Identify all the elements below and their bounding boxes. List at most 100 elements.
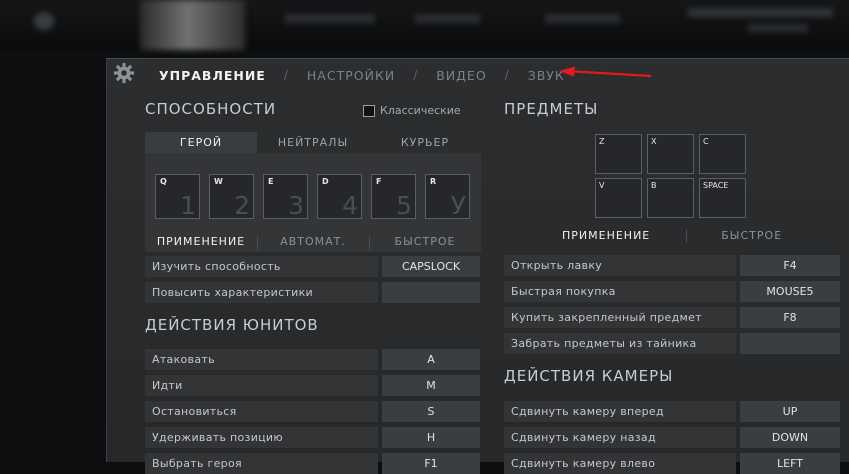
top-nav-item[interactable] bbox=[688, 8, 833, 17]
binding-row: Открыть лавку F4 bbox=[504, 255, 840, 276]
ability-slot-3[interactable]: E3 bbox=[263, 174, 308, 220]
binding-row: Забрать предметы из тайника bbox=[504, 333, 840, 354]
tab-courier[interactable]: КУРЬЕР bbox=[369, 132, 481, 153]
item-slot-6[interactable]: SPACE bbox=[699, 178, 746, 218]
binding-key-button[interactable]: H bbox=[382, 427, 480, 448]
binding-label: Открыть лавку bbox=[504, 255, 736, 276]
binding-label: Купить закрепленный предмет bbox=[504, 307, 736, 328]
nav-separator: / bbox=[413, 68, 419, 82]
binding-key-button[interactable]: MOUSE5 bbox=[740, 281, 840, 302]
binding-row: Сдвинуть камеру влево LEFT bbox=[504, 453, 840, 474]
slot-key: C bbox=[703, 137, 709, 146]
binding-row: Идти M bbox=[145, 375, 480, 396]
nav-separator: / bbox=[504, 68, 510, 82]
binding-key-button[interactable]: UP bbox=[740, 401, 840, 422]
binding-label: Сдвинуть камеру вперед bbox=[504, 401, 736, 422]
slot-number: 3 bbox=[288, 191, 304, 220]
ability-slot-2[interactable]: W2 bbox=[209, 174, 254, 220]
top-nav-item[interactable] bbox=[748, 24, 808, 32]
binding-label: Выбрать героя bbox=[145, 453, 378, 474]
binding-row: Выбрать героя F1 bbox=[145, 453, 480, 474]
classic-label: Классические bbox=[380, 104, 461, 117]
binding-label: Сдвинуть камеру назад bbox=[504, 427, 736, 448]
top-nav-item[interactable] bbox=[285, 14, 375, 23]
ability-slot-1[interactable]: Q1 bbox=[155, 174, 200, 220]
binding-row: Остановиться S bbox=[145, 401, 480, 422]
classic-checkbox-group[interactable]: Классические bbox=[363, 104, 461, 117]
binding-label: Быстрая покупка bbox=[504, 281, 736, 302]
settings-panel: УПРАВЛЕНИЕ / НАСТРОЙКИ / ВИДЕО / ЗВУК СП… bbox=[106, 58, 849, 474]
binding-label: Забрать предметы из тайника bbox=[504, 333, 736, 354]
settings-nav: УПРАВЛЕНИЕ / НАСТРОЙКИ / ВИДЕО / ЗВУК bbox=[159, 65, 565, 85]
unit-actions-heading: ДЕЙСТВИЯ ЮНИТОВ bbox=[145, 316, 319, 334]
ability-cast-modes: ПРИМЕНЕНИЕ АВТОМАТ. БЫСТРОЕ bbox=[145, 235, 481, 248]
item-slot-1[interactable]: Z bbox=[595, 134, 642, 174]
ability-slot-4[interactable]: D4 bbox=[317, 174, 362, 220]
slot-key: R bbox=[430, 177, 437, 186]
binding-row: Сдвинуть камеру назад DOWN bbox=[504, 427, 840, 448]
binding-label: Повысить характеристики bbox=[145, 282, 378, 303]
nav-separator: / bbox=[283, 68, 289, 82]
menu-icon[interactable] bbox=[34, 12, 54, 30]
item-slot-4[interactable]: V bbox=[595, 178, 642, 218]
top-nav-item[interactable] bbox=[545, 14, 620, 23]
slot-number: 1 bbox=[180, 191, 196, 220]
item-cast-modes: ПРИМЕНЕНИЕ БЫСТРОЕ bbox=[562, 229, 782, 243]
binding-label: Изучить способность bbox=[145, 256, 378, 277]
binding-label: Идти bbox=[145, 375, 378, 396]
binding-key-button[interactable]: A bbox=[382, 349, 480, 370]
cast-mode-divider bbox=[257, 236, 258, 250]
cast-mode-quick[interactable]: БЫСТРОЕ bbox=[721, 229, 782, 243]
binding-label: Удерживать позицию bbox=[145, 427, 378, 448]
avatar[interactable] bbox=[140, 0, 245, 50]
cast-mode-normal[interactable]: ПРИМЕНЕНИЕ bbox=[562, 229, 650, 243]
binding-key-button[interactable]: S bbox=[382, 401, 480, 422]
binding-key-button[interactable]: CAPSLOCK bbox=[382, 256, 480, 277]
slot-key: SPACE bbox=[703, 181, 729, 190]
slot-number: 4 bbox=[342, 191, 358, 220]
binding-key-button[interactable]: DOWN bbox=[740, 427, 840, 448]
tab-neutrals[interactable]: НЕЙТРАЛЫ bbox=[257, 132, 369, 153]
red-arrow-annotation bbox=[559, 66, 652, 78]
cast-mode-auto[interactable]: АВТОМАТ. bbox=[257, 235, 369, 248]
tab-hero[interactable]: ГЕРОЙ bbox=[145, 132, 257, 153]
ability-slot-ultimate[interactable]: RУ bbox=[425, 174, 470, 220]
binding-label: Сдвинуть камеру влево bbox=[504, 453, 736, 474]
slot-key: W bbox=[214, 177, 223, 186]
ability-section: ГЕРОЙ НЕЙТРАЛЫ КУРЬЕР Q1 W2 E3 D4 F5 RУ … bbox=[145, 132, 481, 252]
item-slot-2[interactable]: X bbox=[647, 134, 694, 174]
camera-actions-heading: ДЕЙСТВИЯ КАМЕРЫ bbox=[504, 367, 674, 385]
binding-key-button[interactable]: F1 bbox=[382, 453, 480, 474]
tab-controls[interactable]: УПРАВЛЕНИЕ bbox=[159, 68, 266, 83]
binding-label: Остановиться bbox=[145, 401, 378, 422]
item-slot-3[interactable]: C bbox=[699, 134, 746, 174]
slot-key: E bbox=[268, 177, 274, 186]
binding-key-button[interactable]: LEFT bbox=[740, 453, 840, 474]
slot-key: Q bbox=[160, 177, 167, 186]
cast-mode-quick[interactable]: БЫСТРОЕ bbox=[369, 235, 481, 248]
tab-options[interactable]: НАСТРОЙКИ bbox=[307, 68, 395, 83]
slot-number: У bbox=[450, 191, 466, 220]
binding-row: Купить закрепленный предмет F8 bbox=[504, 307, 840, 328]
gear-icon bbox=[113, 62, 135, 84]
cast-mode-normal[interactable]: ПРИМЕНЕНИЕ bbox=[145, 235, 257, 248]
items-heading: ПРЕДМЕТЫ bbox=[504, 100, 599, 118]
slot-number: 5 bbox=[396, 191, 412, 220]
abilities-heading: СПОСОБНОСТИ bbox=[145, 100, 277, 118]
item-slot-5[interactable]: B bbox=[647, 178, 694, 218]
binding-row: Атаковать A bbox=[145, 349, 480, 370]
slot-key: F bbox=[376, 177, 382, 186]
binding-key-button[interactable]: F4 bbox=[740, 255, 840, 276]
tab-video[interactable]: ВИДЕО bbox=[436, 68, 486, 83]
binding-row: Удерживать позицию H bbox=[145, 427, 480, 448]
cast-mode-divider bbox=[369, 236, 370, 250]
top-nav-item[interactable] bbox=[415, 14, 480, 23]
binding-key-button[interactable] bbox=[740, 333, 840, 354]
binding-key-button[interactable]: F8 bbox=[740, 307, 840, 328]
binding-key-button[interactable]: M bbox=[382, 375, 480, 396]
ability-slot-5[interactable]: F5 bbox=[371, 174, 416, 220]
binding-key-button[interactable] bbox=[382, 282, 480, 303]
binding-row: Повысить характеристики bbox=[145, 282, 480, 303]
classic-checkbox[interactable] bbox=[363, 104, 375, 117]
top-bar bbox=[0, 0, 849, 50]
